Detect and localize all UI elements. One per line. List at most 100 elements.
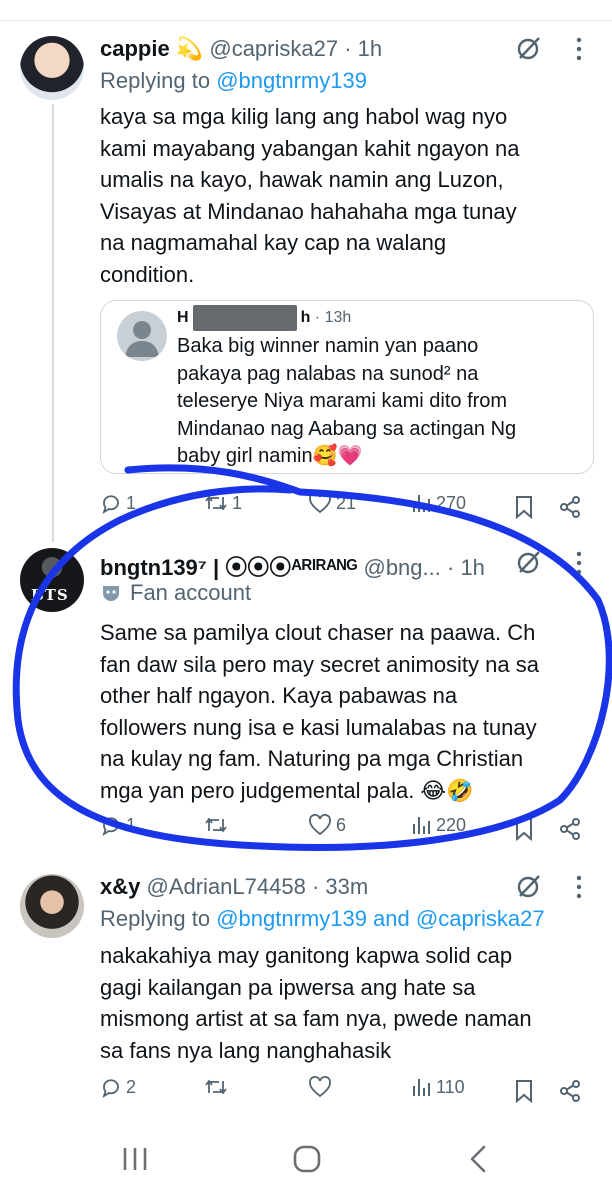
tweet-text: nakakahiya may ganitong kapwa solid cap … — [100, 940, 532, 1066]
nav-recents-icon[interactable] — [120, 1145, 150, 1173]
views-icon — [413, 495, 430, 512]
replying-to: Replying to @bngtnrmy139 and @capriska27 — [100, 906, 545, 932]
avatar[interactable] — [20, 36, 84, 100]
text-line: condition. — [100, 261, 195, 287]
more-icon[interactable] — [576, 36, 582, 62]
reply-count: 2 — [126, 1076, 137, 1097]
text-line: mga yan pero judgemental pala. 😂🤣 — [100, 777, 474, 803]
view-count: 110 — [436, 1076, 465, 1097]
default-avatar-icon — [125, 321, 159, 357]
like-button[interactable] — [308, 1076, 336, 1098]
reply-icon — [102, 1079, 119, 1098]
badge-label: Fan account — [130, 580, 252, 605]
bookmark-icon[interactable] — [514, 817, 534, 841]
share-icon[interactable] — [558, 495, 582, 519]
tweet-text: Same sa pamilya clout chaser na paawa. C… — [100, 617, 539, 806]
repost-icon — [205, 495, 227, 511]
quoted-header: Hh · 13h — [177, 305, 351, 331]
like-count: 21 — [336, 492, 357, 513]
timestamp[interactable]: 1h — [358, 36, 382, 61]
handle[interactable]: @capriska27 — [209, 36, 338, 61]
text-line: pakaya pag nalabas na sunod² na — [177, 362, 479, 385]
view-count: 220 — [436, 814, 467, 835]
like-count: 6 — [336, 814, 347, 835]
text-line: other half ngayon. Kaya pabawas na — [100, 683, 458, 708]
views-button[interactable]: 220 — [410, 814, 466, 836]
like-button[interactable]: 21 — [308, 492, 356, 514]
text-line: nakakahiya may ganitong kapwa solid cap — [100, 943, 513, 968]
views-icon — [413, 817, 430, 834]
text-line: na nagmamahal kay cap na walang — [100, 230, 447, 255]
quoted-name-end: h — [300, 309, 311, 327]
reply-button[interactable]: 2 — [100, 1076, 136, 1098]
quoted-name-start: H — [177, 309, 189, 327]
repost-button[interactable] — [204, 814, 232, 836]
display-name[interactable]: x&y — [100, 874, 140, 899]
action-bar: 1 1 21 270 — [100, 492, 592, 526]
tweet-cappie[interactable]: cappie 💫 @capriska27 · 1h Replying to @b… — [0, 0, 612, 530]
replying-to-link[interactable]: @bngtnrmy139 and @capriska27 — [216, 906, 544, 931]
redaction-box — [192, 305, 297, 331]
reply-button[interactable]: 1 — [100, 814, 136, 836]
action-bar: 2 110 — [100, 1076, 592, 1110]
reply-button[interactable]: 1 — [100, 492, 136, 514]
avatar[interactable] — [20, 874, 84, 938]
like-button[interactable]: 6 — [308, 814, 346, 836]
bookmark-icon[interactable] — [514, 1079, 534, 1103]
text-line: followers nung isa e kasi lumalabas na t… — [100, 714, 537, 740]
action-bar: 1 6 220 — [100, 814, 592, 848]
text-line: mismong artist at sa fam nya, pwede nama… — [100, 1006, 532, 1031]
repost-count: 1 — [232, 492, 243, 513]
handle[interactable]: @bng... — [363, 555, 440, 580]
timestamp[interactable]: 1h — [460, 555, 484, 580]
more-icon[interactable] — [576, 874, 582, 900]
quoted-tweet[interactable]: Hh · 13h Baka big winner namin yan paano… — [100, 300, 594, 474]
text-line: Visayas at Mindanao hahahaha mga tunay — [100, 198, 517, 224]
tweet-text: kaya sa mga kilig lang ang habol wag nyo… — [100, 101, 520, 290]
text-line: kami mayabang yabangan kahit ngayon na — [100, 135, 520, 161]
repost-button[interactable] — [204, 1076, 232, 1098]
more-icon[interactable] — [576, 550, 582, 576]
reply-count: 1 — [126, 814, 137, 835]
views-button[interactable]: 270 — [410, 492, 466, 514]
android-nav-bar — [0, 1125, 612, 1199]
quoted-text: Baka big winner namin yan paano pakaya p… — [177, 333, 577, 471]
share-icon[interactable] — [558, 817, 582, 841]
replying-to-link[interactable]: @bngtnrmy139 — [216, 68, 367, 93]
text-line: teleserye Niya marami kami dito from — [177, 390, 508, 412]
grok-icon[interactable] — [516, 35, 542, 61]
avatar[interactable]: BTS — [20, 548, 84, 612]
like-icon — [309, 492, 331, 514]
nav-back-icon[interactable] — [466, 1145, 490, 1173]
tweet-xy[interactable]: x&y @AdrianL74458 · 33m Replying to @bng… — [0, 860, 612, 1120]
repost-button[interactable]: 1 — [204, 492, 242, 514]
mask-icon — [103, 586, 119, 601]
replying-to: Replying to @bngtnrmy139 — [100, 68, 367, 94]
reply-icon — [102, 817, 119, 836]
quoted-avatar — [117, 311, 167, 361]
name-emoji: 💫 — [175, 36, 204, 61]
avatar-text: BTS — [31, 586, 69, 604]
nav-home-icon[interactable] — [292, 1145, 322, 1173]
bookmark-icon[interactable] — [514, 495, 534, 519]
text-line: Mindanao nag Aabang sa actingan Ng — [177, 417, 517, 440]
views-button[interactable]: 110 — [410, 1076, 465, 1098]
replying-prefix: Replying to — [100, 906, 211, 931]
handle[interactable]: @AdrianL74458 — [146, 874, 305, 899]
tweet-bngtn139[interactable]: BTS bngtn139⁷ | ⦿⦿⦿ᴬᴿᴵᴿᴬᴺᴳ @bng... · 1h … — [0, 530, 612, 860]
grok-icon[interactable] — [516, 549, 542, 575]
replying-prefix: Replying to — [100, 68, 211, 93]
text-line: Baka big winner namin yan paano — [177, 335, 479, 357]
display-name[interactable]: cappie — [100, 36, 170, 61]
text-line: umalis na kayo, hawak namin ang Luzon, — [100, 167, 504, 192]
fan-account-badge: Fan account — [100, 580, 251, 606]
quoted-time: 13h — [324, 309, 352, 327]
reply-icon — [102, 495, 119, 514]
reply-count: 1 — [126, 492, 137, 513]
timestamp[interactable]: 33m — [325, 874, 368, 899]
display-name[interactable]: bngtn139⁷ | ⦿⦿⦿ᴬᴿᴵᴿᴬᴺᴳ — [100, 555, 357, 580]
share-icon[interactable] — [558, 1079, 582, 1103]
view-count: 270 — [436, 492, 467, 513]
grok-icon[interactable] — [516, 873, 542, 899]
text-line: gagi kailangan pa ipwersa ang hate sa — [100, 974, 476, 1000]
